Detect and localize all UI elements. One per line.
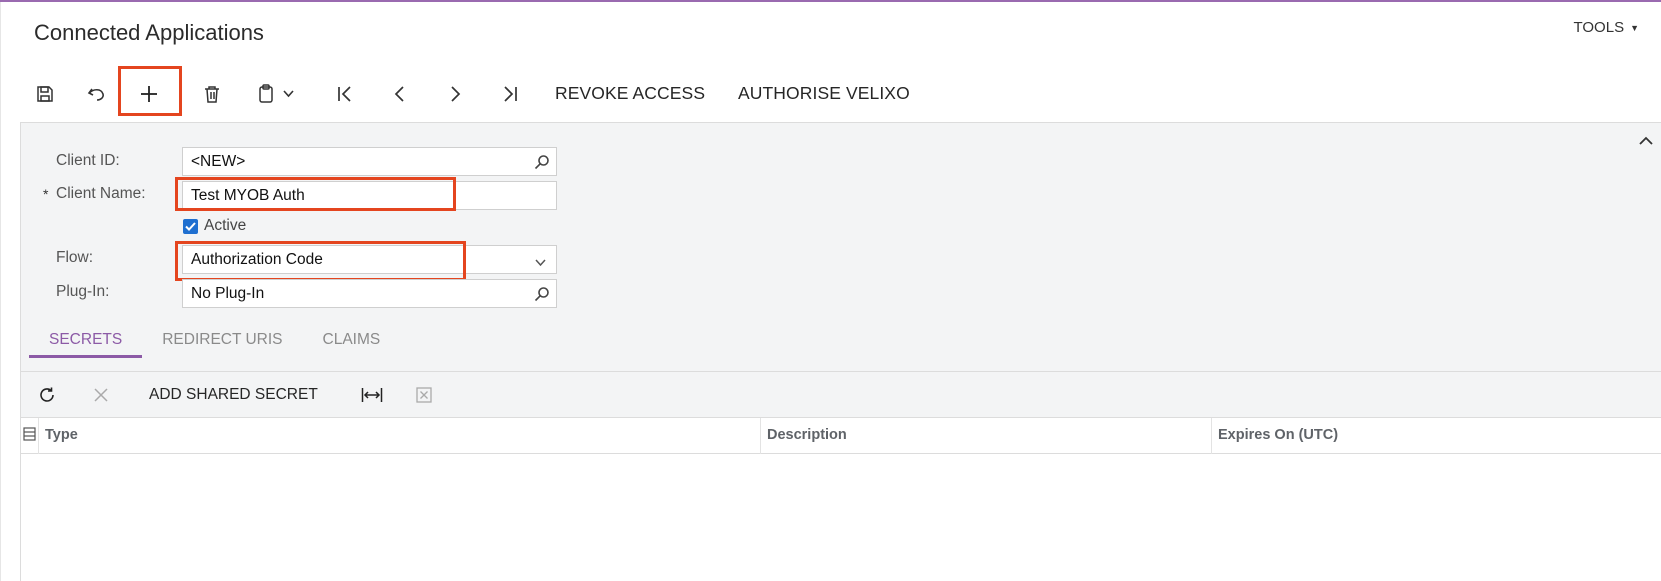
flow-select[interactable]: Authorization Code [182,245,557,274]
last-page-icon [504,85,517,102]
top-accent-bar [0,0,1661,2]
undo-icon [87,88,104,101]
first-record-button[interactable] [328,66,362,121]
main-toolbar: REVOKE ACCESS AUTHORISE VELIXO [0,66,1661,121]
export-excel-button[interactable] [413,372,435,417]
prev-icon [394,85,404,102]
copy-paste-button[interactable] [250,66,300,121]
column-settings-button[interactable] [21,418,39,454]
revoke-access-button[interactable]: REVOKE ACCESS [555,66,707,121]
grid-toolbar: ADD SHARED SECRET [21,372,1661,417]
active-checkbox[interactable]: Active [183,217,246,235]
form-panel: Client ID: <NEW> * Client Name: Test MYO… [20,122,1661,581]
required-mark: * [43,186,49,202]
grid-header: Type Description Expires On (UTC) [21,418,1661,454]
client-name-label: Client Name: [56,185,146,202]
excel-icon [416,386,432,403]
add-new-button[interactable] [121,66,177,121]
client-name-value: Test MYOB Auth [191,187,305,204]
plus-icon [141,85,157,102]
caret-down-icon: ▼ [1630,22,1639,33]
next-icon [451,85,461,102]
add-shared-secret-button[interactable]: ADD SHARED SECRET [149,372,324,417]
fit-width-icon [361,387,383,402]
tab-redirect-uris[interactable]: REDIRECT URIS [142,323,302,358]
client-name-input[interactable]: Test MYOB Auth [182,181,557,210]
next-record-button[interactable] [438,66,472,121]
authorise-velixo-button[interactable]: AUTHORISE VELIXO [738,66,918,121]
tab-claims[interactable]: CLAIMS [303,323,401,358]
tab-secrets[interactable]: SECRETS [29,323,143,358]
secrets-grid: Type Description Expires On (UTC) [21,417,1661,581]
tools-menu[interactable]: TOOLS ▼ [1574,19,1640,36]
search-icon[interactable] [534,154,550,175]
client-id-value: <NEW> [191,153,246,170]
first-page-icon [338,85,351,102]
plugin-field[interactable]: No Plug-In [182,279,557,308]
checkbox-checked-icon [183,218,198,234]
tab-bar: SECRETS REDIRECT URIS CLAIMS [29,323,400,358]
plugin-value: No Plug-In [191,285,265,302]
active-label: Active [204,217,247,234]
clipboard-icon [258,83,273,103]
fit-to-screen-button[interactable] [359,372,385,417]
page-title: Connected Applications [34,20,264,45]
save-button[interactable] [28,66,62,121]
trash-icon [205,85,219,103]
chevron-down-icon [282,89,294,97]
close-icon [94,387,108,402]
tools-label: TOOLS [1573,19,1625,36]
refresh-icon [40,387,54,402]
column-header-expires-on[interactable]: Expires On (UTC) [1212,418,1661,454]
save-icon [37,85,53,102]
delete-button[interactable] [195,66,229,121]
column-settings-icon [23,427,36,441]
search-icon[interactable] [534,286,550,307]
last-record-button[interactable] [493,66,527,121]
previous-record-button[interactable] [383,66,417,121]
plugin-label: Plug-In: [56,283,110,300]
client-id-label: Client ID: [56,152,120,169]
flow-value: Authorization Code [191,251,323,268]
collapse-icon [1639,136,1653,145]
refresh-button[interactable] [35,372,59,417]
flow-label: Flow: [56,249,94,266]
undo-button[interactable] [80,66,114,121]
delete-row-button[interactable] [89,372,113,417]
chevron-down-icon [535,254,546,272]
collapse-button[interactable] [1639,133,1653,151]
client-id-field[interactable]: <NEW> [182,147,557,176]
column-header-description[interactable]: Description [761,418,1212,454]
column-header-type[interactable]: Type [39,418,761,454]
